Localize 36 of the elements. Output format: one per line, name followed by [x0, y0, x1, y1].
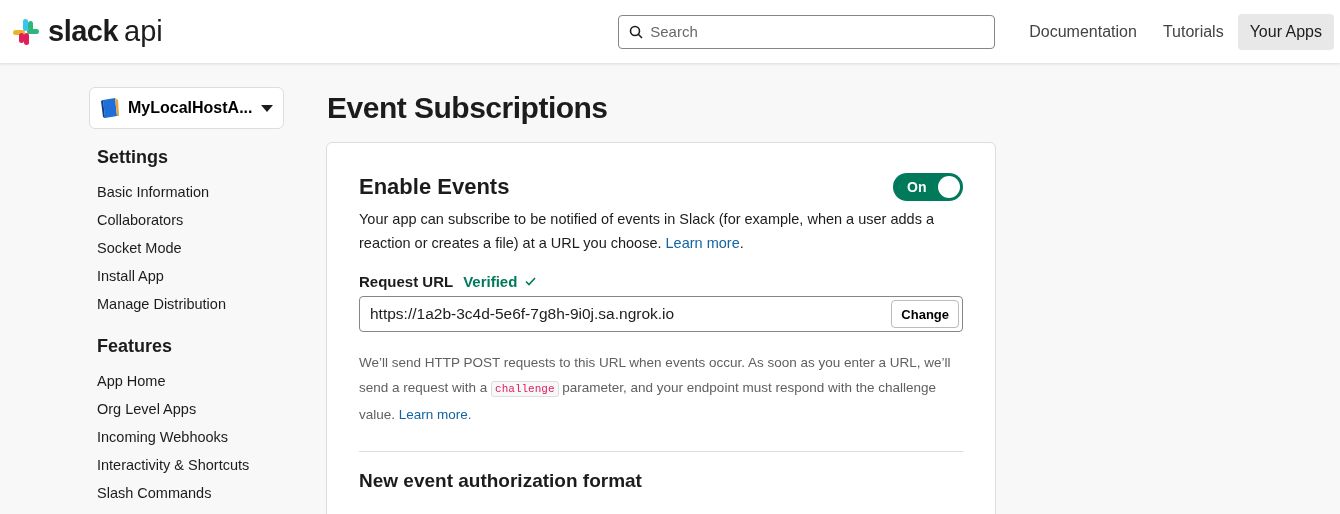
check-icon — [525, 277, 537, 286]
help-text: We’ll send HTTP POST requests to this URL when events occur. As soon as you enter a URL, we’ll send a request with a challenge parameter, and your endpoint must respond with the challenge value. Learn more. — [359, 354, 952, 424]
app-icon — [100, 97, 120, 119]
sidebar-item[interactable]: App Home — [97, 367, 284, 395]
learn-more-link[interactable]: Learn more — [665, 235, 740, 251]
sidebar-item[interactable]: Incoming Webhooks — [97, 423, 284, 451]
verified-status: Verified — [463, 273, 537, 290]
sidebar-item[interactable]: Basic Information — [97, 178, 284, 206]
search-icon — [629, 24, 644, 39]
nav-link[interactable]: Tutorials — [1150, 13, 1236, 50]
sidebar-item[interactable]: Interactivity & Shortcuts — [97, 451, 284, 479]
nav-link[interactable]: Documentation — [1017, 13, 1149, 50]
section-title: New event authorization format — [359, 470, 643, 492]
caret-icon — [261, 104, 273, 112]
toggle-switch[interactable]: On — [893, 173, 963, 201]
description-text: Your app can subscribe to be notified of events in Slack (for example, when a user adds a reaction or creates a file) at a URL you choose. Learn more. — [359, 210, 935, 253]
learn-more-link[interactable]: Learn more — [398, 407, 468, 422]
app-selector[interactable]: MyLocalHostA... — [89, 87, 284, 129]
sidebar-item[interactable]: Manage Distribution — [97, 290, 284, 318]
section-title: Enable Events — [359, 174, 510, 200]
nav-link[interactable]: Your Apps — [1237, 13, 1334, 50]
search-field[interactable]: Search — [618, 14, 996, 49]
page-title: Event Subscriptions — [327, 91, 609, 125]
sidebar-item[interactable]: Org Level Apps — [97, 395, 284, 423]
sidebar-item[interactable]: Slash Commands — [97, 479, 284, 507]
sidebar-item[interactable]: Collaborators — [97, 206, 284, 234]
change-button[interactable]: Change — [891, 300, 959, 328]
logo-wordmark: slack — [48, 15, 119, 48]
code-snippet: challenge — [491, 381, 559, 397]
logo-suffix: api — [124, 15, 163, 48]
logo-icon — [12, 17, 40, 46]
sidebar-heading: Features — [97, 336, 174, 357]
sidebar-item[interactable]: Socket Mode — [97, 234, 284, 262]
sidebar-item[interactable]: Install App — [97, 262, 284, 290]
field-label: Request URL — [359, 273, 454, 290]
sidebar-heading: Settings — [97, 147, 169, 168]
